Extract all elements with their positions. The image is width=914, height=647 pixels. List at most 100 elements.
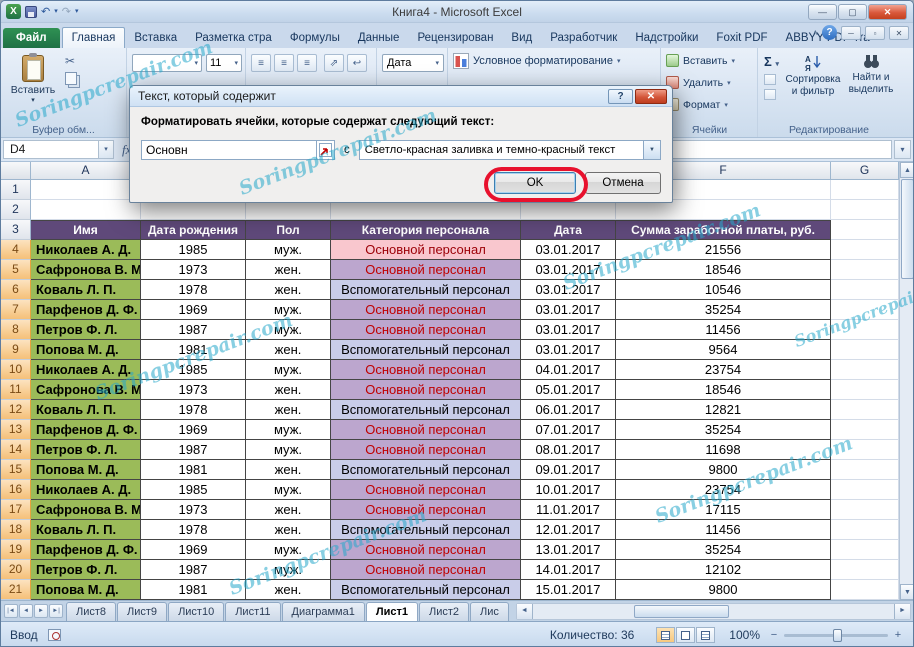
scroll-left-icon[interactable]: ◄: [517, 604, 533, 619]
cell[interactable]: [831, 560, 899, 580]
cell[interactable]: 07.01.2017: [521, 420, 616, 440]
cell[interactable]: Попова М. Д.: [31, 340, 141, 360]
sheet-tab-Лист10[interactable]: Лист10: [168, 602, 224, 621]
name-box-caret-icon[interactable]: ▾: [99, 140, 114, 159]
cell[interactable]: 1985: [141, 360, 246, 380]
cell[interactable]: Основной персонал: [331, 360, 521, 380]
cell[interactable]: 1987: [141, 560, 246, 580]
cell[interactable]: 09.01.2017: [521, 460, 616, 480]
cell[interactable]: Коваль Л. П.: [31, 400, 141, 420]
cell[interactable]: жен.: [246, 340, 331, 360]
cell[interactable]: 23754: [616, 480, 831, 500]
orientation-icon[interactable]: ⇗: [324, 54, 344, 72]
cell[interactable]: 11698: [616, 440, 831, 460]
cell[interactable]: 1985: [141, 480, 246, 500]
cell[interactable]: 21556: [616, 240, 831, 260]
cell[interactable]: Основной персонал: [331, 480, 521, 500]
cell[interactable]: 1981: [141, 340, 246, 360]
cell[interactable]: Вспомогательный персонал: [331, 580, 521, 600]
cell[interactable]: Основной персонал: [331, 320, 521, 340]
prev-sheet-icon[interactable]: ◄: [19, 604, 33, 618]
cell[interactable]: [831, 420, 899, 440]
scroll-up-icon[interactable]: ▲: [900, 162, 914, 178]
cell[interactable]: [831, 260, 899, 280]
ribbon-tab-Главная[interactable]: Главная: [62, 27, 126, 48]
row-header-17[interactable]: 17: [1, 500, 31, 520]
cell[interactable]: Попова М. Д.: [31, 580, 141, 600]
row-header-15[interactable]: 15: [1, 460, 31, 480]
table-header-cell[interactable]: Дата: [521, 220, 616, 240]
cell[interactable]: [831, 300, 899, 320]
cell[interactable]: муж.: [246, 300, 331, 320]
cell[interactable]: Сафронова В. М.: [31, 380, 141, 400]
cell[interactable]: [831, 360, 899, 380]
zoom-in-icon[interactable]: +: [892, 629, 904, 641]
cell[interactable]: [831, 460, 899, 480]
cell[interactable]: [831, 500, 899, 520]
cell[interactable]: жен.: [246, 400, 331, 420]
cell[interactable]: муж.: [246, 440, 331, 460]
cell[interactable]: [831, 240, 899, 260]
cell[interactable]: Попова М. Д.: [31, 460, 141, 480]
font-size-select[interactable]: 11 ▾: [206, 54, 242, 72]
cell[interactable]: [831, 580, 899, 600]
cell[interactable]: Николаев А. Д.: [31, 240, 141, 260]
cell[interactable]: [331, 200, 521, 220]
cell[interactable]: Парфенов Д. Ф.: [31, 540, 141, 560]
fill-icon[interactable]: [764, 74, 776, 85]
cell[interactable]: 04.01.2017: [521, 360, 616, 380]
close-button[interactable]: ✕: [868, 4, 907, 20]
ribbon-tab-Вид[interactable]: Вид: [502, 28, 541, 48]
cell[interactable]: 1978: [141, 400, 246, 420]
cell[interactable]: 15.01.2017: [521, 580, 616, 600]
cell[interactable]: муж.: [246, 240, 331, 260]
table-header-cell[interactable]: Пол: [246, 220, 331, 240]
cell[interactable]: [831, 320, 899, 340]
cell[interactable]: 11456: [616, 320, 831, 340]
cell[interactable]: 1973: [141, 260, 246, 280]
row-header-11[interactable]: 11: [1, 380, 31, 400]
text-input[interactable]: [142, 141, 316, 159]
cell[interactable]: Основной персонал: [331, 260, 521, 280]
cut-icon[interactable]: ✂: [65, 54, 77, 68]
horizontal-scroll-track[interactable]: [533, 604, 894, 619]
collapse-ribbon-icon[interactable]: ˄: [813, 28, 818, 38]
cell[interactable]: 1969: [141, 420, 246, 440]
cell[interactable]: 10546: [616, 280, 831, 300]
cell[interactable]: 12.01.2017: [521, 520, 616, 540]
cell[interactable]: 11.01.2017: [521, 500, 616, 520]
first-sheet-icon[interactable]: |◄: [4, 604, 18, 618]
delete-cells-button[interactable]: Удалить ▾: [666, 76, 731, 89]
horizontal-scrollbar[interactable]: ◄ ►: [516, 603, 911, 620]
cell[interactable]: жен.: [246, 520, 331, 540]
cell[interactable]: 1973: [141, 380, 246, 400]
row-header-4[interactable]: 4: [1, 240, 31, 260]
save-icon[interactable]: [25, 6, 37, 18]
conditional-formatting-button[interactable]: Условное форматирование ▾: [453, 53, 620, 69]
sheet-tab-Лист8[interactable]: Лист8: [66, 602, 116, 621]
redo-icon[interactable]: ↷: [62, 5, 71, 19]
maximize-button[interactable]: ▢: [838, 4, 867, 20]
collapse-dialog-icon[interactable]: [316, 141, 334, 159]
zoom-level[interactable]: 100%: [729, 628, 760, 642]
cell[interactable]: 13.01.2017: [521, 540, 616, 560]
sheet-tab-Лист2[interactable]: Лист2: [419, 602, 469, 621]
cell[interactable]: 18546: [616, 260, 831, 280]
cell[interactable]: 12102: [616, 560, 831, 580]
cell[interactable]: 1973: [141, 500, 246, 520]
clear-icon[interactable]: [764, 89, 776, 100]
cell[interactable]: жен.: [246, 580, 331, 600]
workbook-close-button[interactable]: ✕: [889, 26, 909, 40]
font-name-select[interactable]: ▾: [132, 54, 202, 72]
cell[interactable]: 35254: [616, 420, 831, 440]
cell[interactable]: Коваль Л. П.: [31, 520, 141, 540]
cell[interactable]: Коваль Л. П.: [31, 280, 141, 300]
cell[interactable]: Петров Ф. Л.: [31, 320, 141, 340]
cell[interactable]: Парфенов Д. Ф.: [31, 420, 141, 440]
cell[interactable]: 1981: [141, 580, 246, 600]
row-header-10[interactable]: 10: [1, 360, 31, 380]
dialog-close-button[interactable]: ✕: [635, 89, 667, 104]
cell[interactable]: Основной персонал: [331, 420, 521, 440]
cell[interactable]: [831, 340, 899, 360]
wrap-text-icon[interactable]: ↩: [347, 54, 367, 72]
